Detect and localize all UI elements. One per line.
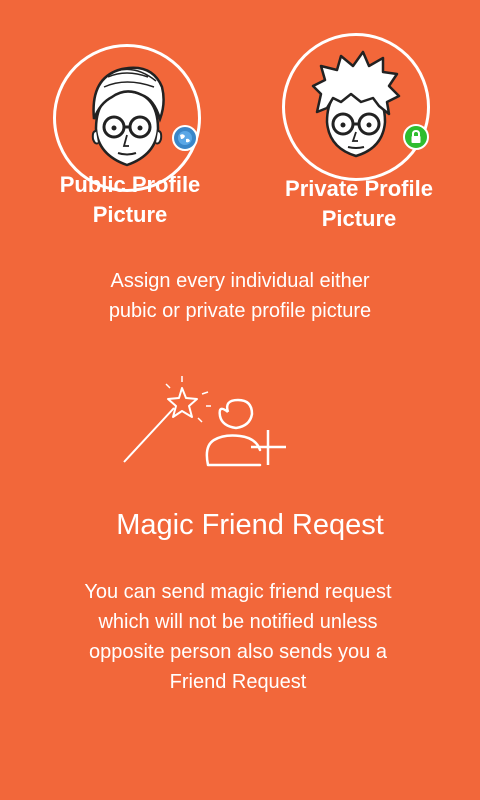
lock-icon	[403, 124, 429, 150]
face-neat-hair-icon	[91, 66, 165, 167]
public-profile-label: Public Profile Picture	[59, 172, 201, 227]
assign-description: Assign every individual either pubic or …	[108, 270, 372, 322]
private-profile-label: Private Profile Picture	[285, 176, 433, 231]
private-profile-avatar	[282, 33, 430, 181]
globe-icon	[172, 125, 198, 151]
magic-wand-add-friend-icon	[123, 376, 286, 467]
magic-friend-request-title: Magic Friend Reqest	[116, 509, 384, 541]
magic-friend-request-description: You can send magic friend request which …	[84, 581, 392, 693]
face-messy-hair-icon	[311, 50, 401, 158]
